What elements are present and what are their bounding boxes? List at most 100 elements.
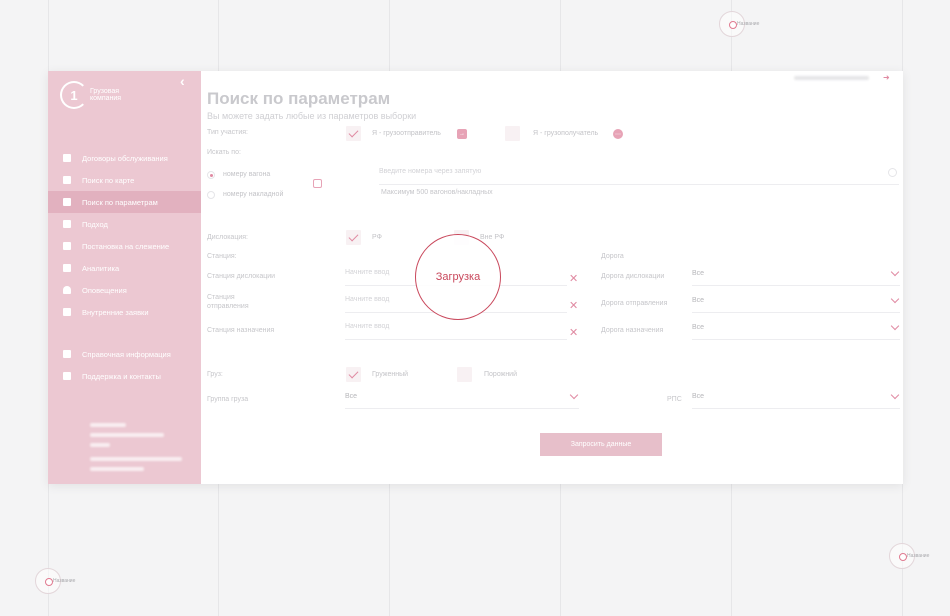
clear-circle-icon[interactable] bbox=[888, 168, 897, 177]
cargo-empty-checkbox[interactable] bbox=[457, 367, 472, 382]
sidebar-item-approach[interactable]: Подход bbox=[48, 213, 201, 235]
sidebar-item-param-search[interactable]: Поиск по параметрам bbox=[48, 191, 201, 213]
dislocation-rf-label: РФ bbox=[372, 234, 382, 241]
map-icon bbox=[63, 176, 71, 184]
road-destination-label: Дорога назначения bbox=[601, 327, 664, 334]
checklist-icon bbox=[63, 198, 71, 206]
sidebar-item-reference[interactable]: Справочная информация bbox=[48, 343, 201, 365]
rps-value: Все bbox=[692, 393, 705, 400]
hotspot-label: Название bbox=[53, 578, 76, 584]
shipper-checkbox[interactable] bbox=[346, 126, 361, 141]
search-by-waybill-label: номеру накладной bbox=[223, 191, 284, 198]
station-destination-label: Станция назначения bbox=[207, 327, 275, 334]
sidebar-item-label: Подход bbox=[82, 219, 108, 229]
clear-icon[interactable]: ✕ bbox=[569, 272, 578, 285]
clear-icon[interactable]: ✕ bbox=[569, 299, 578, 312]
blurred-user-name bbox=[794, 76, 869, 80]
station-destination-field[interactable] bbox=[345, 320, 567, 340]
edit-icon bbox=[63, 308, 71, 316]
main-content: ➜ Поиск по параметрам Вы можете задать л… bbox=[201, 71, 903, 484]
stations-header: Станция: bbox=[207, 253, 237, 260]
chevron-down-icon[interactable] bbox=[569, 390, 579, 400]
numbers-input[interactable] bbox=[379, 168, 847, 175]
shipper-label: Я - грузоотправитель bbox=[372, 130, 441, 137]
loading-indicator: Загрузка bbox=[415, 234, 501, 320]
info-icon[interactable]: ⋯ bbox=[613, 129, 623, 139]
sidebar-item-label: Поддержка и контакты bbox=[82, 371, 161, 381]
info-icon[interactable]: → bbox=[457, 129, 467, 139]
page-title: Поиск по параметрам bbox=[207, 89, 391, 108]
phone-icon bbox=[63, 372, 71, 380]
chevron-down-icon[interactable] bbox=[890, 321, 900, 331]
sidebar-item-requests[interactable]: Внутренние заявки bbox=[48, 301, 201, 323]
sidebar-item-label: Аналитика bbox=[82, 263, 120, 273]
request-data-button[interactable]: Запросить данные bbox=[540, 433, 662, 456]
sidebar-nav: Договоры обслуживания Поиск по карте Пои… bbox=[48, 147, 201, 387]
road-dislocation-select[interactable]: Все bbox=[692, 266, 900, 286]
road-dislocation-label: Дорога дислокации bbox=[601, 273, 665, 280]
rps-select[interactable]: Все bbox=[692, 389, 900, 409]
sidebar-item-label: Оповещения bbox=[82, 285, 127, 295]
logo: 1 Грузовая компания bbox=[60, 81, 140, 109]
document-icon bbox=[63, 154, 71, 162]
hotspot-label: Название bbox=[907, 553, 930, 559]
search-by-wagon-radio[interactable] bbox=[207, 171, 215, 179]
cargo-loaded-checkbox[interactable] bbox=[346, 367, 361, 382]
sidebar-item-label: Договоры обслуживания bbox=[82, 153, 168, 163]
chevron-down-icon[interactable] bbox=[890, 390, 900, 400]
station-departure-label: Станция отправления bbox=[207, 294, 249, 310]
chevron-down-icon[interactable] bbox=[890, 294, 900, 304]
participant-type-label: Тип участия: bbox=[207, 129, 249, 136]
blurred-user-info bbox=[90, 423, 182, 477]
book-icon bbox=[63, 350, 71, 358]
binoculars-icon bbox=[63, 242, 71, 250]
sidebar-item-label: Поиск по параметрам bbox=[82, 197, 158, 207]
cargo-label: Груз: bbox=[207, 371, 223, 378]
dislocation-outside-label: Вне РФ bbox=[480, 234, 505, 241]
dislocation-label: Дислокация: bbox=[207, 234, 248, 241]
consignee-label: Я - грузополучатель bbox=[533, 130, 599, 137]
clear-icon[interactable]: ✕ bbox=[569, 326, 578, 339]
cargo-group-label: Группа груза bbox=[207, 396, 249, 403]
sidebar-item-notifications[interactable]: Оповещения bbox=[48, 279, 201, 301]
station-dislocation-label: Станция дислокации bbox=[207, 273, 276, 280]
numbers-hint: Максимум 500 вагонов/накладных bbox=[381, 189, 493, 196]
chart-document-icon bbox=[63, 264, 71, 272]
page-subtitle: Вы можете задать любые из параметров выб… bbox=[207, 111, 417, 121]
dislocation-rf-checkbox[interactable] bbox=[346, 230, 361, 245]
search-by-wagon-label: номеру вагона bbox=[223, 171, 271, 178]
sidebar: ‹ 1 Грузовая компания Договоры обслужива… bbox=[48, 71, 201, 484]
bell-icon bbox=[63, 286, 71, 294]
cargo-loaded-label: Груженный bbox=[372, 371, 409, 378]
sidebar-item-analytics[interactable]: Аналитика bbox=[48, 257, 201, 279]
sidebar-item-label: Справочная информация bbox=[82, 349, 171, 359]
cargo-group-select[interactable]: Все bbox=[345, 389, 579, 409]
road-destination-value: Все bbox=[692, 324, 705, 331]
sidebar-item-label: Постановка на слежение bbox=[82, 241, 170, 251]
sidebar-item-map-search[interactable]: Поиск по карте bbox=[48, 169, 201, 191]
search-by-waybill-radio[interactable] bbox=[207, 191, 215, 199]
consignee-checkbox[interactable] bbox=[505, 126, 520, 141]
station-destination-input[interactable] bbox=[345, 323, 545, 330]
search-by-label: Искать по: bbox=[207, 149, 241, 156]
cargo-group-value: Все bbox=[345, 393, 358, 400]
sidebar-item-contracts[interactable]: Договоры обслуживания bbox=[48, 147, 201, 169]
road-destination-select[interactable]: Все bbox=[692, 320, 900, 340]
logout-icon[interactable]: ➜ bbox=[883, 73, 890, 82]
collapse-sidebar-icon[interactable]: ‹ bbox=[180, 73, 185, 89]
cargo-empty-label: Порожний bbox=[484, 371, 518, 378]
logo-mark: 1 bbox=[60, 81, 88, 109]
road-dislocation-value: Все bbox=[692, 270, 705, 277]
road-departure-value: Все bbox=[692, 297, 705, 304]
wagon-icon bbox=[313, 179, 322, 188]
sidebar-item-tracking[interactable]: Постановка на слежение bbox=[48, 235, 201, 257]
sidebar-item-label: Внутренние заявки bbox=[82, 307, 149, 317]
road-departure-select[interactable]: Все bbox=[692, 293, 900, 313]
chevron-down-icon[interactable] bbox=[890, 267, 900, 277]
rps-label: РПС bbox=[667, 396, 682, 403]
roads-header: Дорога bbox=[601, 253, 624, 260]
sidebar-item-support[interactable]: Поддержка и контакты bbox=[48, 365, 201, 387]
logo-text: Грузовая компания bbox=[90, 88, 122, 102]
numbers-field[interactable] bbox=[379, 165, 899, 185]
hotspot-label: Название bbox=[737, 21, 760, 27]
